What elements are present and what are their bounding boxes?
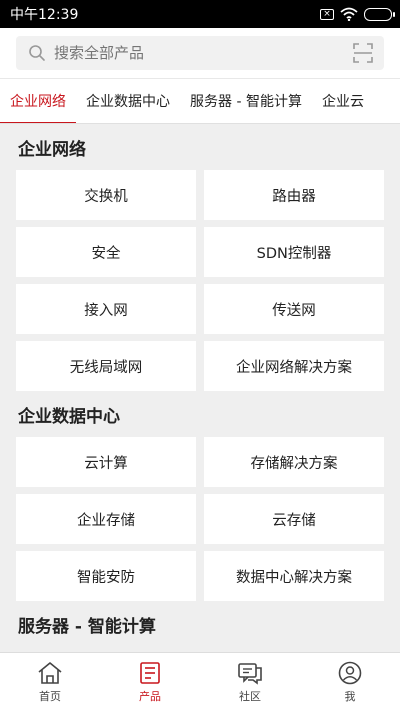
product-item-sdn-controller[interactable]: SDN控制器 xyxy=(204,227,384,277)
home-icon xyxy=(38,661,62,684)
nav-profile-label: 我 xyxy=(344,689,356,703)
search-input[interactable] xyxy=(54,44,352,62)
product-item-storage-solutions[interactable]: 存储解决方案 xyxy=(204,437,384,487)
section-enterprise-network: 企业网络 交换机 路由器 安全 SDN控制器 接入网 传送网 无线局域网 企业网… xyxy=(16,124,384,391)
product-item-router[interactable]: 路由器 xyxy=(204,170,384,220)
battery-icon xyxy=(364,7,395,21)
tab-enterprise-datacenter[interactable]: 企业数据中心 xyxy=(76,79,180,123)
status-bar: 中午12:39 × xyxy=(0,0,400,28)
wifi-icon xyxy=(340,7,358,21)
product-item-switch[interactable]: 交换机 xyxy=(16,170,196,220)
product-item-datacenter-solutions[interactable]: 数据中心解决方案 xyxy=(204,551,384,601)
product-grid: 云计算 存储解决方案 企业存储 云存储 智能安防 数据中心解决方案 xyxy=(16,437,384,601)
bottom-nav: 首页 产品 社区 我 xyxy=(0,652,400,711)
product-list: 企业网络 交换机 路由器 安全 SDN控制器 接入网 传送网 无线局域网 企业网… xyxy=(0,124,400,652)
product-item-enterprise-storage[interactable]: 企业存储 xyxy=(16,494,196,544)
nav-home[interactable]: 首页 xyxy=(0,653,100,711)
product-item-cloud-storage[interactable]: 云存储 xyxy=(204,494,384,544)
tab-enterprise-network[interactable]: 企业网络 xyxy=(0,79,76,123)
product-item-cloud-computing[interactable]: 云计算 xyxy=(16,437,196,487)
nav-home-label: 首页 xyxy=(39,689,61,703)
nav-products-label: 产品 xyxy=(139,689,161,703)
section-title: 企业数据中心 xyxy=(18,406,120,427)
product-item-smart-security[interactable]: 智能安防 xyxy=(16,551,196,601)
section-enterprise-datacenter: 企业数据中心 云计算 存储解决方案 企业存储 云存储 智能安防 数据中心解决方案 xyxy=(16,391,384,601)
community-icon xyxy=(238,662,262,685)
product-item-wlan[interactable]: 无线局域网 xyxy=(16,341,196,391)
tab-enterprise-cloud[interactable]: 企业云 xyxy=(312,79,374,123)
nav-profile[interactable]: 我 xyxy=(300,653,400,711)
section-server-computing: 服务器 - 智能计算 xyxy=(16,601,384,647)
product-item-network-solutions[interactable]: 企业网络解决方案 xyxy=(204,341,384,391)
profile-icon xyxy=(338,661,362,684)
status-time: 中午12:39 xyxy=(10,7,79,23)
nav-community[interactable]: 社区 xyxy=(200,653,300,711)
tab-server-computing[interactable]: 服务器 - 智能计算 xyxy=(180,79,312,123)
status-icons: × xyxy=(320,7,395,21)
product-item-transport-network[interactable]: 传送网 xyxy=(204,284,384,334)
scan-icon[interactable] xyxy=(352,42,374,64)
search-icon xyxy=(29,45,45,61)
search-box[interactable] xyxy=(16,36,384,70)
product-item-security[interactable]: 安全 xyxy=(16,227,196,277)
no-sim-icon: × xyxy=(320,8,334,20)
product-item-access-network[interactable]: 接入网 xyxy=(16,284,196,334)
section-title: 服务器 - 智能计算 xyxy=(18,616,156,637)
category-tabs: 企业网络 企业数据中心 服务器 - 智能计算 企业云 xyxy=(0,78,400,124)
section-title: 企业网络 xyxy=(18,139,86,160)
product-icon xyxy=(140,661,160,684)
nav-community-label: 社区 xyxy=(239,689,261,703)
nav-products[interactable]: 产品 xyxy=(100,653,200,711)
product-grid: 交换机 路由器 安全 SDN控制器 接入网 传送网 无线局域网 企业网络解决方案 xyxy=(16,170,384,391)
search-area xyxy=(0,28,400,78)
